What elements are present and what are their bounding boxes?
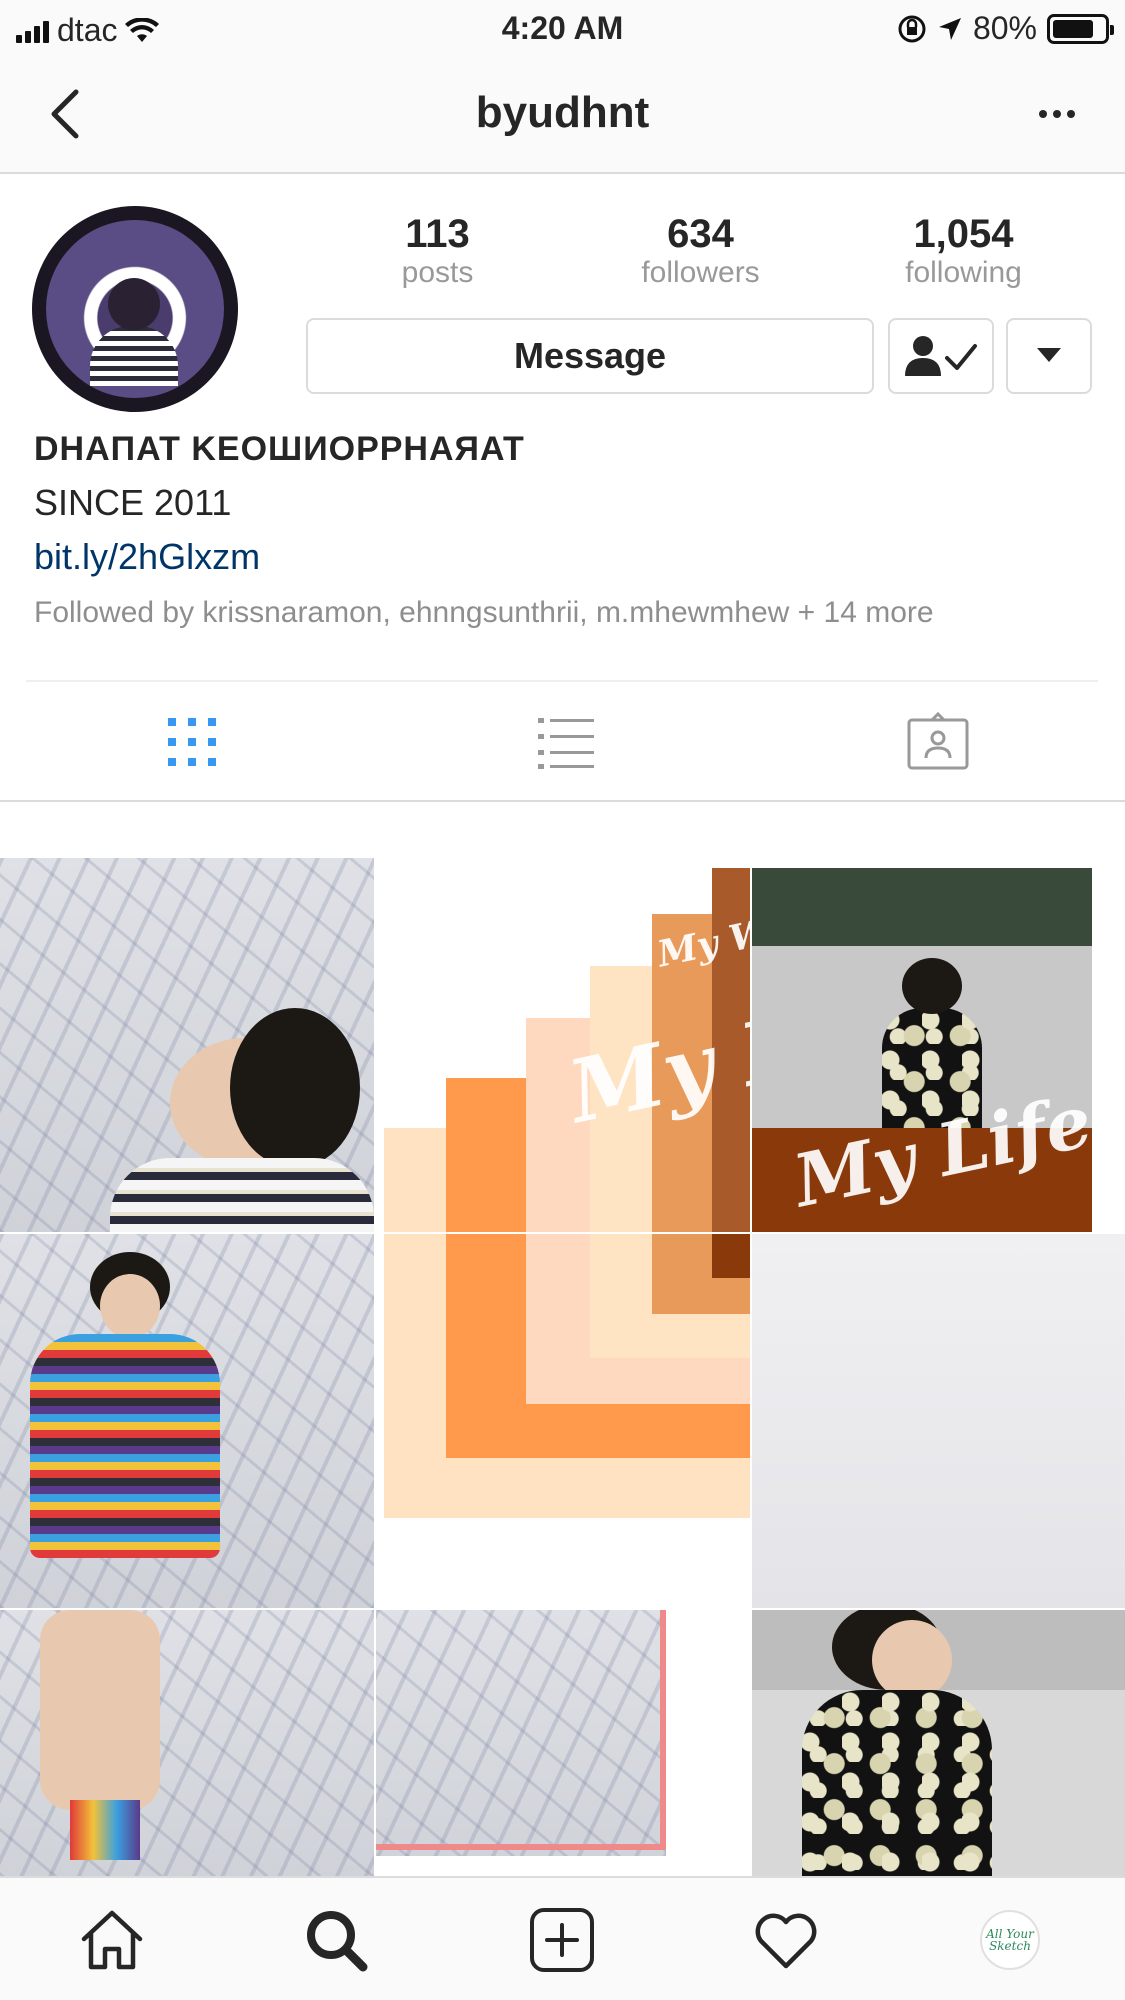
heart-icon	[755, 1913, 817, 1969]
stat-followers-label: followers	[641, 256, 760, 289]
triangle-down-icon	[1037, 348, 1061, 362]
profile-avatar[interactable]	[32, 206, 238, 412]
status-bar: dtac 4:20 AM 80%	[0, 0, 1125, 56]
post-thumbnail[interactable]	[0, 858, 374, 1232]
posts-grid: My World My Place My Life	[0, 802, 1125, 1876]
post-thumbnail[interactable]: My Life	[752, 858, 1125, 1232]
post-thumbnail[interactable]	[0, 1610, 374, 1876]
activity-tab[interactable]	[750, 1904, 822, 1976]
profile-avatar-small: All Your Sketch	[980, 1910, 1040, 1970]
profile-bio: DHAПAT KEOШИOPPHAЯAT SINCE 2011 bit.ly/2…	[34, 430, 1094, 630]
orientation-lock-icon	[898, 15, 926, 42]
bio-text: SINCE 2011	[34, 482, 232, 523]
stat-posts-value: 113	[405, 212, 470, 256]
new-post-tab[interactable]	[526, 1904, 598, 1976]
post-thumbnail[interactable]	[752, 1610, 1125, 1876]
stat-following-value: 1,054	[913, 212, 1014, 256]
tab-grid[interactable]	[160, 712, 224, 772]
stat-following[interactable]: 1,054 following	[832, 212, 1095, 290]
home-tab[interactable]	[76, 1904, 148, 1976]
grid-icon	[168, 718, 216, 766]
bottom-tab-bar: All Your Sketch	[0, 1876, 1125, 2000]
home-icon	[81, 1910, 143, 1970]
following-button[interactable]	[888, 318, 994, 394]
more-horizontal-icon	[1039, 110, 1047, 118]
stat-followers-value: 634	[667, 212, 734, 256]
tagged-icon	[907, 711, 969, 770]
more-options-button[interactable]	[1029, 86, 1085, 142]
message-button[interactable]: Message	[306, 318, 874, 394]
followed-by-text[interactable]: Followed by krissnaramon, ehnngsunthrii,…	[34, 596, 1094, 630]
stat-posts-label: posts	[401, 256, 474, 289]
profile-username-title: byudhnt	[475, 88, 650, 137]
profile-stats: 113 posts 634 followers 1,054 following	[306, 212, 1096, 290]
search-icon	[307, 1911, 368, 1972]
profile-full-name: DHAПAT KEOШИOPPHAЯAT	[34, 430, 525, 468]
stat-followers[interactable]: 634 followers	[569, 212, 832, 290]
person-check-icon	[905, 336, 977, 376]
profile-view-tabs	[26, 680, 1098, 800]
post-thumbnail[interactable]	[376, 1610, 750, 1876]
post-thumbnail[interactable]: My World My Place	[376, 858, 750, 1232]
battery-percent: 80%	[972, 10, 1037, 46]
stat-following-label: following	[905, 256, 1022, 289]
post-thumbnail[interactable]	[0, 1234, 374, 1608]
avatar-image	[46, 220, 224, 398]
post-thumbnail[interactable]	[376, 1234, 750, 1608]
add-post-icon	[530, 1908, 594, 1972]
status-right: 80%	[897, 10, 1114, 47]
battery-fill	[1053, 19, 1093, 38]
suggestions-dropdown-button[interactable]	[1006, 318, 1092, 394]
tab-list[interactable]	[534, 712, 598, 772]
stat-posts[interactable]: 113 posts	[306, 212, 569, 290]
bio-link[interactable]: bit.ly/2hGlxzm	[34, 536, 1094, 592]
tab-tagged[interactable]	[906, 711, 970, 772]
search-tab[interactable]	[300, 1904, 372, 1976]
location-arrow-icon	[938, 17, 961, 40]
profile-tab[interactable]: All Your Sketch	[974, 1904, 1046, 1976]
battery-icon	[1047, 13, 1114, 44]
post-thumbnail[interactable]	[752, 1234, 1125, 1608]
profile-header-bar: byudhnt	[0, 56, 1125, 174]
list-icon	[538, 718, 594, 769]
